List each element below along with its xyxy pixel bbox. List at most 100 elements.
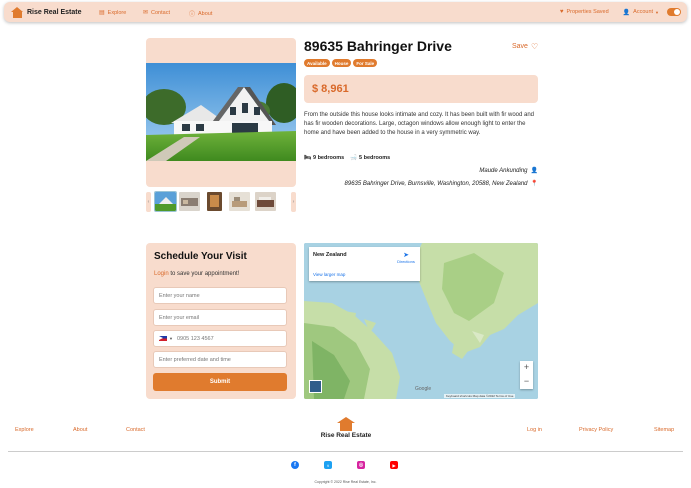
directions-button[interactable]: ➤ Directions [396,251,416,264]
info-icon: ⓘ [189,12,196,18]
directions-label: Directions [397,259,415,264]
thumbnail-5[interactable] [255,192,276,211]
thumb-prev-button[interactable]: ‹ [146,192,151,212]
house-logo-icon [11,6,24,18]
footer-brand[interactable]: Rise Real Estate [316,417,376,439]
photo-gallery [146,38,296,187]
bedrooms-count-a: 9 bedrooms [312,155,345,161]
badge-house: House [331,59,352,67]
name-placeholder: Enter your name [159,292,200,299]
phone-value: 0905 123 4567 [176,335,214,342]
chevron-down-icon: ▼ [655,9,659,15]
login-link[interactable]: Login [154,271,169,277]
thumbnail-3[interactable] [207,192,222,211]
nav-contact[interactable]: ✉ Contact [143,9,170,17]
thumb-next-button[interactable]: › [291,192,296,212]
footer-explore-link[interactable]: Explore [15,427,34,433]
location-map[interactable]: New Zealand View larger map ➤ Directions… [304,243,538,399]
map-info-card: New Zealand View larger map ➤ Directions [309,247,420,281]
schedule-subtitle-text: to save your appointment! [168,271,240,277]
name-input[interactable]: Enter your name [153,287,287,304]
footer-about-link[interactable]: About [73,427,87,433]
footer-login-link[interactable]: Log in [527,427,542,433]
footer-privacy-link[interactable]: Privacy Policy [579,427,613,433]
badge-for-sale: For Sale [353,59,378,67]
badge-available: Available [304,59,330,67]
email-input[interactable]: Enter your email [153,309,287,326]
schedule-visit-form: Schedule Your Visit Login to save your a… [146,243,296,399]
footer-brand-name: Rise Real Estate [320,432,372,439]
date-placeholder: Enter preferred date and time [159,356,231,363]
social-links: f t ◎ ▶ [291,461,423,469]
youtube-icon[interactable]: ▶ [390,461,398,469]
email-placeholder: Enter your email [159,314,200,321]
instagram-icon[interactable]: ◎ [357,461,365,469]
user-icon: 👤 [530,168,538,174]
submit-button[interactable]: Submit [153,373,287,391]
schedule-title: Schedule Your Visit [154,251,247,262]
save-label: Save [512,43,528,50]
thumbnail-2[interactable] [179,192,200,211]
chevron-left-icon: ‹ [147,199,150,205]
thumbnail-4[interactable] [229,192,250,211]
envelope-icon: ✉ [143,10,149,16]
property-title: 89635 Bahringer Drive [304,38,452,54]
twitter-icon[interactable]: t [324,461,332,469]
status-badges: Available House For Sale [304,59,379,67]
price-box: $ 8,961 [304,75,538,103]
house-logo-icon [337,417,355,431]
footer-sitemap-link[interactable]: Sitemap [654,427,674,433]
phone-input[interactable]: ▼ 0905 123 4567 [153,330,287,347]
nav-properties-saved-label: Properties Saved [566,9,609,15]
heart-icon: ♥ [559,9,564,15]
nav-about-label: About [198,10,213,17]
copyright-text: Copyright © 2022 Rise Real Estate, Inc. [314,480,377,484]
address-info: 89635 Bahringer Drive, Burnsville, Washi… [344,180,538,188]
map-attribution: Keyboard shortcuts Map data ©2022 Terms … [444,394,516,398]
main-property-photo[interactable] [146,63,296,161]
save-button[interactable]: Save ♡ [512,42,538,51]
theme-toggle[interactable] [667,8,681,16]
street-view-thumbnail[interactable] [309,380,322,393]
agent-info: Maude Ankunding 👤 [479,167,538,175]
view-larger-map-link[interactable]: View larger map [313,272,345,277]
property-address: 89635 Bahringer Drive, Burnsville, Washi… [344,180,528,187]
nav-about[interactable]: ⓘ About [189,9,213,19]
bath-icon: 🛁 [350,155,358,161]
nav-account[interactable]: 👤 Account ▼ [623,9,659,16]
facebook-icon[interactable]: f [291,461,299,469]
property-description: From the outside this house looks intima… [304,112,535,136]
agent-name: Maude Ankunding [479,167,528,174]
nav-properties-saved[interactable]: ♥ Properties Saved [560,9,609,15]
footer-divider [8,451,683,452]
building-icon: ▤ [99,10,105,16]
bed-icon: 🛏 [304,155,311,161]
top-navbar: Rise Real Estate ▤ Explore ✉ Contact ⓘ Abou… [4,2,687,22]
zoom-controls: + − [520,361,533,389]
nav-explore[interactable]: ▤ Explore [99,9,127,17]
nav-account-label: Account [633,9,654,15]
directions-icon: ➤ [403,252,409,259]
bedrooms-count-b: 5 bedrooms [359,155,391,161]
schedule-subtitle: Login to save your appointment! [154,271,239,277]
date-input[interactable]: Enter preferred date and time [153,351,287,368]
chevron-down-icon: ▼ [169,336,173,341]
nav-contact-label: Contact [151,9,170,16]
map-pin-icon: 📍 [530,181,538,187]
map-place-name: New Zealand [313,252,347,258]
brand-name: Rise Real Estate [27,8,82,16]
footer-contact-link[interactable]: Contact [126,427,145,433]
brand-link[interactable]: Rise Real Estate [11,6,82,18]
zoom-out-button[interactable]: − [520,375,533,389]
thumbnail-strip: ‹ › [146,191,296,212]
google-logo: Google [415,386,432,392]
nav-explore-label: Explore [107,9,127,16]
price: $ 8,961 [312,83,349,95]
user-icon: 👤 [622,9,631,16]
thumbnail-1[interactable] [154,191,177,212]
philippines-flag-icon[interactable] [159,336,167,341]
zoom-in-button[interactable]: + [520,361,533,375]
heart-outline-icon: ♡ [530,42,539,51]
chevron-right-icon: › [292,199,295,205]
room-info: 🛏 9 bedrooms 🛁 5 bedrooms [304,155,390,161]
